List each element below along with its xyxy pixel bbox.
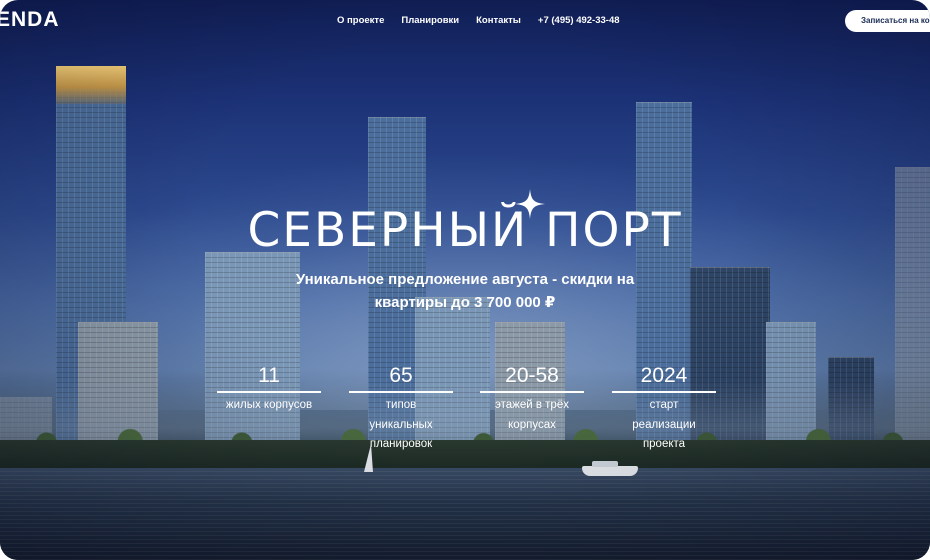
stat-description-line: проекта — [642, 438, 686, 450]
sparkle-icon — [515, 189, 545, 219]
river-water — [0, 468, 930, 560]
stat-description: этажей в трёх корпусах — [480, 393, 584, 435]
hero-subtitle-line-2: квартиры до 3 700 000 ₽ — [374, 294, 556, 311]
stat-value: 65 — [349, 362, 453, 393]
stat-start-year: 2024 старт реализации проекта — [612, 362, 716, 455]
stat-value: 11 — [217, 362, 321, 393]
stat-layouts: 65 типов уникальных планировок — [349, 362, 453, 455]
nav-link-contacts[interactable]: Контакты — [476, 15, 521, 26]
stat-value: 20-58 — [480, 362, 584, 393]
stat-floors: 20-58 этажей в трёх корпусах — [480, 362, 584, 435]
nav-link-layouts[interactable]: Планировки — [401, 15, 459, 26]
hero-subtitle: Уникальное предложение августа - скидки … — [0, 268, 930, 314]
stat-description: старт реализации проекта — [612, 393, 716, 455]
stat-description-line: жилых корпусов — [225, 399, 313, 411]
hero-section: ENDA О проекте Планировки Контакты +7 (4… — [0, 0, 930, 560]
hero-subtitle-line-1: Уникальное предложение августа - скидки … — [295, 271, 635, 288]
stat-description: жилых корпусов — [217, 393, 321, 416]
stat-description-line: планировок — [369, 438, 433, 450]
stat-description-line: типов — [385, 399, 417, 411]
stat-description-line: корпусах — [508, 418, 556, 431]
consultation-button[interactable]: Записаться на консультацию — [845, 10, 930, 32]
nav-link-about[interactable]: О проекте — [337, 15, 384, 26]
yacht — [582, 461, 638, 476]
stat-description: типов уникальных планировок — [349, 393, 453, 455]
stat-description-line: старт — [649, 399, 679, 411]
stat-description-line: реализации — [632, 418, 696, 431]
main-nav: О проекте Планировки Контакты +7 (495) 4… — [337, 15, 620, 26]
stat-value: 2024 — [612, 362, 716, 393]
stat-buildings: 11 жилых корпусов — [217, 362, 321, 416]
stat-description-line: уникальных — [369, 418, 433, 431]
nav-link-phone[interactable]: +7 (495) 492-33-48 — [538, 15, 620, 26]
waterfront-promenade — [0, 440, 930, 470]
site-logo[interactable]: ENDA — [0, 8, 60, 32]
hero-title: СЕВЕРНЫЙ ПОРТ — [247, 203, 683, 258]
stat-description-line: этажей в трёх — [495, 399, 569, 411]
